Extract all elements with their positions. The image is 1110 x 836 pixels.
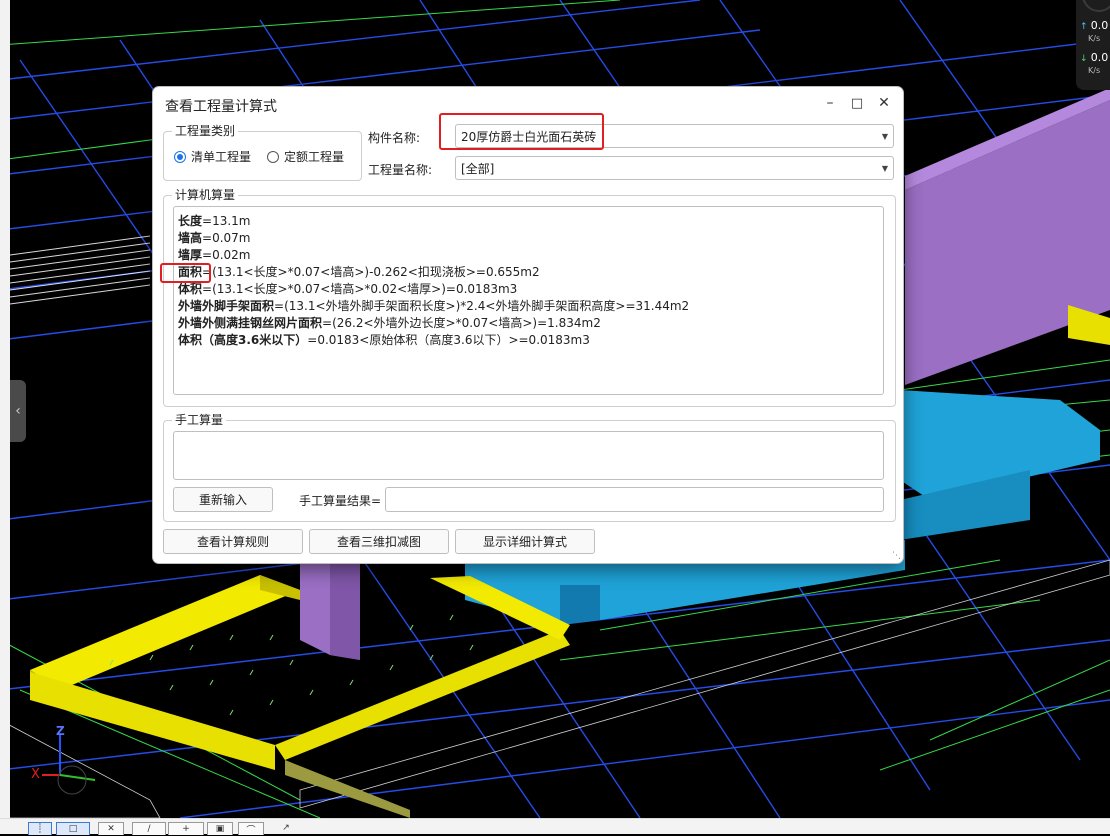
- qty-type-group: 工程量类别 清单工程量 定额工程量: [163, 123, 362, 181]
- quantity-name-value: [全部]: [461, 161, 495, 176]
- chevron-left-icon: ‹: [15, 403, 21, 419]
- download-unit: K/s: [1088, 66, 1101, 75]
- component-name-label: 构件名称:: [368, 131, 421, 145]
- radio-quota-qty-label: 定额工程量: [284, 150, 345, 164]
- computer-calc-legend: 计算机算量: [172, 187, 239, 203]
- radio-bill-qty-label: 清单工程量: [191, 150, 252, 164]
- minimize-button[interactable]: –: [817, 92, 843, 114]
- upload-arrow-icon: ↑: [1080, 22, 1088, 32]
- show-detail-formula-button[interactable]: 显示详细计算式: [455, 529, 595, 554]
- chevron-down-icon: ▼: [881, 164, 888, 173]
- close-button[interactable]: ✕: [871, 92, 897, 114]
- minimize-icon: –: [826, 95, 834, 111]
- radio-quota-qty[interactable]: 定额工程量: [267, 148, 344, 165]
- reenter-button[interactable]: 重新输入: [173, 487, 273, 512]
- view-tool-icon[interactable]: □: [56, 822, 90, 835]
- maximize-icon: □: [850, 95, 864, 111]
- manual-calc-input[interactable]: [173, 431, 884, 480]
- calc-line: 墙厚=0.02m: [178, 248, 251, 262]
- chevron-down-icon: ▼: [881, 132, 888, 141]
- calc-line: 长度=13.1m: [178, 214, 251, 228]
- manual-calc-legend: 手工算量: [172, 412, 227, 428]
- radio-bill-qty[interactable]: 清单工程量: [174, 148, 251, 165]
- highlight-area-line: [160, 263, 211, 283]
- add-tool-icon[interactable]: +: [168, 822, 204, 835]
- resize-grip-icon[interactable]: ⋱: [892, 551, 901, 561]
- calc-line: 外墙外侧满挂钢丝网片面积=(26.2<外墙外边长度>*0.07<墙高>)=1.8…: [178, 316, 601, 330]
- quantity-name-select[interactable]: [全部] ▼: [455, 156, 894, 180]
- view-rules-button[interactable]: 查看计算规则: [163, 529, 303, 554]
- radio-unselected-icon: [267, 150, 279, 163]
- highlight-component-name: [439, 113, 604, 150]
- bottom-toolbar: ┊ □ ✕ ∕ + ▣ ⌒ ↗: [0, 818, 1110, 836]
- manual-result-input[interactable]: [385, 487, 884, 512]
- calc-line: 体积=(13.1<长度>*0.07<墙高>*0.02<墙厚>)=0.0183m3: [178, 282, 518, 296]
- manual-result-label: 手工算量结果=: [299, 494, 382, 508]
- dialog-title: 查看工程量计算式: [165, 99, 277, 115]
- qty-type-legend: 工程量类别: [172, 123, 239, 139]
- maximize-button[interactable]: □: [844, 92, 870, 114]
- expand-tool-icon[interactable]: ↗: [278, 822, 294, 834]
- upload-speed: 0.0: [1090, 19, 1109, 32]
- collapse-panel-button[interactable]: ‹: [10, 380, 26, 442]
- radio-selected-icon: [174, 150, 186, 163]
- download-arrow-icon: ↓: [1080, 54, 1088, 64]
- save-tool-icon[interactable]: ▣: [207, 822, 233, 835]
- z-axis-label: Z: [56, 724, 65, 738]
- upload-unit: K/s: [1088, 34, 1101, 43]
- calc-line: 外墙外脚手架面积=(13.1<外墙外脚手架面积长度>)*2.4<外墙外脚手架面积…: [178, 299, 690, 313]
- select-tool-icon[interactable]: ┊: [28, 822, 52, 835]
- x-axis-label: X: [31, 767, 40, 782]
- download-speed: 0.0: [1090, 51, 1109, 64]
- quantity-name-label: 工程量名称:: [368, 163, 433, 177]
- calc-line: 体积（高度3.6米以下）=0.0183<原始体积（高度3.6以下）>=0.018…: [178, 333, 590, 347]
- calc-line: 面积=(13.1<长度>*0.07<墙高>)-0.262<扣现浇板>=0.655…: [178, 265, 540, 279]
- calc-line: 墙高=0.07m: [178, 231, 251, 245]
- network-speed-widget: ↑ 0.0 K/s ↓ 0.0 K/s: [1076, 0, 1110, 90]
- line-tool-icon[interactable]: ∕: [132, 822, 166, 835]
- calc-formula-dialog: 查看工程量计算式 – □ ✕ 工程量类别 清单工程量 定额工程量 构件名称: 2…: [152, 86, 904, 564]
- cross-tool-icon[interactable]: ✕: [98, 822, 124, 835]
- close-icon: ✕: [878, 95, 890, 111]
- shape-tool-icon[interactable]: ⌒: [238, 822, 264, 836]
- calc-formula-text[interactable]: 长度=13.1m 墙高=0.07m 墙厚=0.02m 面积=(13.1<长度>*…: [173, 206, 884, 395]
- left-panel-edge: [0, 0, 10, 818]
- view-3d-deduction-button[interactable]: 查看三维扣减图: [309, 529, 449, 554]
